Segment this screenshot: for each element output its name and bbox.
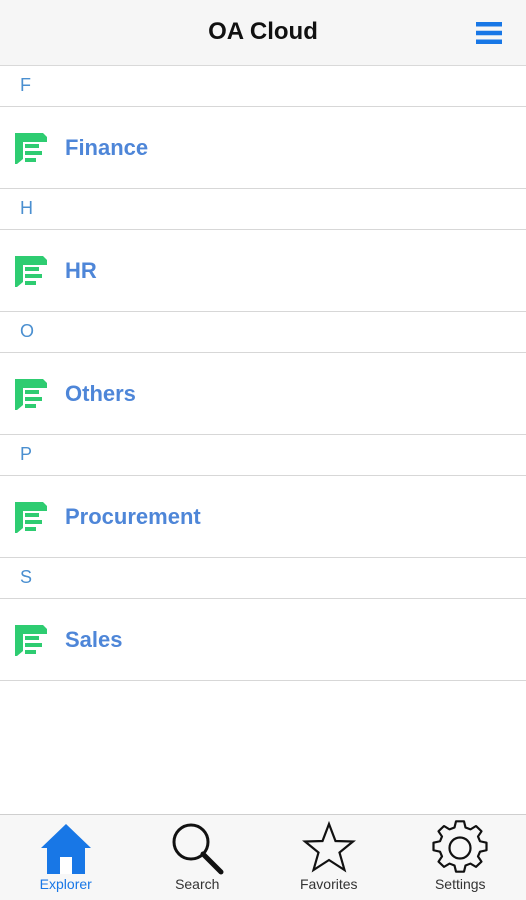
tab-favorites[interactable]: Favorites: [263, 815, 395, 900]
section-header-f: F: [0, 66, 526, 107]
section-header-s: S: [0, 558, 526, 599]
tab-search[interactable]: Search: [132, 815, 264, 900]
folder-list-icon: [15, 501, 47, 533]
list-item-finance[interactable]: Finance: [0, 107, 526, 189]
list-item-label: Procurement: [65, 503, 201, 529]
list-item-label: Others: [65, 380, 136, 406]
tab-label: Search: [175, 876, 220, 892]
section-header-p: P: [0, 435, 526, 476]
tab-settings[interactable]: Settings: [395, 815, 526, 900]
list-item-others[interactable]: Others: [0, 353, 526, 435]
folder-list-icon: [15, 624, 47, 656]
tab-explorer[interactable]: Explorer: [0, 815, 132, 900]
gear-icon: [432, 820, 488, 873]
bottom-tab-bar: Explorer Search Favorites Settings: [0, 814, 526, 900]
list-item-label: HR: [65, 257, 97, 283]
list-item-sales[interactable]: Sales: [0, 599, 526, 681]
tab-label: Settings: [434, 876, 486, 892]
section-header-o: O: [0, 312, 526, 353]
category-list: F Finance H HR O Others P Procurement S …: [0, 66, 526, 681]
page-title: OA Cloud: [208, 18, 318, 45]
search-icon: [172, 823, 224, 875]
folder-list-icon: [15, 255, 47, 287]
menu-button[interactable]: [470, 18, 508, 48]
top-navigation-bar: OA Cloud: [0, 0, 526, 66]
hamburger-menu-icon: [476, 22, 502, 44]
tab-label: Favorites: [299, 876, 358, 892]
tab-label: Explorer: [39, 876, 92, 892]
list-item-hr[interactable]: HR: [0, 230, 526, 312]
list-item-label: Finance: [65, 134, 149, 160]
home-icon: [40, 824, 91, 874]
section-header-h: H: [0, 189, 526, 230]
star-icon: [301, 820, 356, 873]
folder-list-icon: [15, 378, 47, 410]
folder-list-icon: [15, 132, 47, 164]
list-item-procurement[interactable]: Procurement: [0, 476, 526, 558]
list-item-label: Sales: [65, 626, 123, 652]
